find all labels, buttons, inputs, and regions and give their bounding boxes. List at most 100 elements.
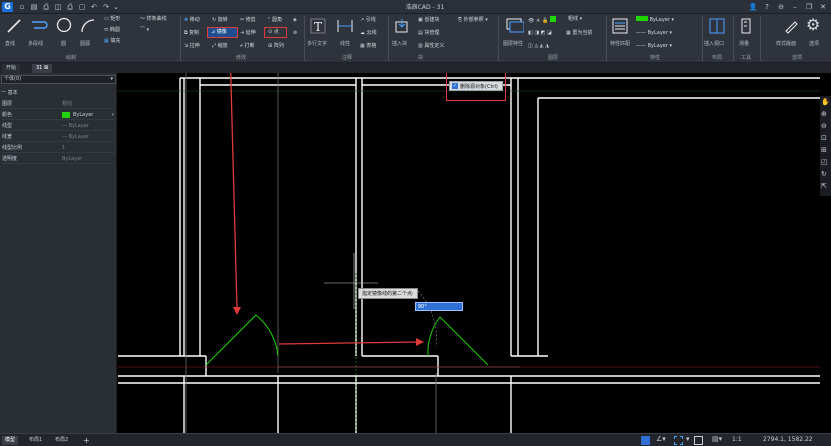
layer-name-dropdown[interactable]: 粗线 ▾	[568, 16, 582, 23]
pan-hand-icon[interactable]: ✋	[821, 98, 830, 106]
prop-row-ltscale[interactable]: 线型比例 1	[2, 143, 115, 153]
circle-tool-label[interactable]: 圆	[61, 41, 66, 47]
rect-tool[interactable]: ▭ 矩形	[104, 16, 120, 23]
plot-icon[interactable]: ▢	[78, 3, 86, 11]
minimize-icon[interactable]: –	[790, 2, 800, 12]
osnap-icon[interactable]	[674, 436, 683, 445]
dim-icon[interactable]	[336, 18, 354, 34]
layer-tools-row2[interactable]: ◫ ◬ ◭ ◮	[528, 43, 549, 50]
tab-model[interactable]: 模型	[2, 436, 19, 445]
polyline-tool-label[interactable]: 多段线	[28, 41, 43, 47]
tab-start[interactable]: 开始	[2, 64, 21, 73]
layer-props-icon[interactable]	[506, 17, 524, 33]
user-icon[interactable]: 👤	[748, 2, 758, 12]
prop-row-layer[interactable]: 图层 粗线	[2, 99, 115, 109]
drawing-canvas[interactable]: ✓ 删除源对象(Ctrl) 指定镜像线的第二个点: 90°	[118, 73, 820, 433]
prop-row-transparency[interactable]: 透明度 ByLayer	[2, 154, 115, 164]
zoom-extents-icon[interactable]: ⊞	[821, 146, 827, 154]
insert-viewport-icon[interactable]	[709, 18, 725, 34]
prop-row-linetype[interactable]: 线型 — ByLayer	[2, 121, 115, 131]
match-props-label[interactable]: 特性匹配	[610, 41, 630, 47]
redo-icon[interactable]: ↷	[102, 3, 110, 11]
layer-state-icons[interactable]: 👁 ☀ 🔓	[528, 16, 556, 25]
grid-toggle-icon[interactable]	[641, 436, 650, 445]
close-icon[interactable]: ✕	[818, 2, 828, 12]
options-label[interactable]: 选项	[809, 41, 819, 47]
array-tool[interactable]: ⊞ 阵列	[268, 43, 284, 50]
table-tool[interactable]: ▦ 表格	[360, 43, 376, 50]
snap-dropdown-icon[interactable]: ▾	[686, 435, 690, 443]
orbit-icon[interactable]: ↻	[821, 170, 827, 178]
offset-tool[interactable]: ⊚	[293, 30, 297, 37]
insert-block-label[interactable]: 插入块	[392, 41, 407, 47]
linetype-dropdown[interactable]: —— ByLayer ▾	[636, 30, 672, 37]
prop-row-lineweight[interactable]: 线宽 — ByLayer	[2, 132, 115, 142]
extend-tool[interactable]: ⇥ 延伸	[240, 30, 256, 37]
polyline-tool-icon[interactable]	[30, 18, 48, 34]
add-layout-button[interactable]: +	[80, 436, 93, 445]
mirror-tool[interactable]: ⊿ 镜像	[211, 29, 227, 36]
tab-close-icon[interactable]: ⊠	[44, 65, 48, 71]
mtext-label[interactable]: 多行文字	[307, 41, 327, 47]
erase-source-option[interactable]: ✓ 删除源对象(Ctrl)	[449, 81, 503, 91]
spline-tool[interactable]: 〜 样条曲线	[140, 16, 167, 23]
leader-tool[interactable]: ↗ 引线	[360, 17, 376, 24]
print-icon[interactable]: ⎙	[66, 3, 74, 11]
zoom-in-icon[interactable]: ⊕	[821, 110, 827, 118]
quick-access-dropdown-icon[interactable]: ⌄	[112, 3, 120, 11]
measure-icon[interactable]	[739, 18, 755, 34]
nav-settings-icon[interactable]: ⇱	[821, 182, 827, 190]
tab-31[interactable]: 31 ⊠	[32, 64, 53, 73]
xref-tool[interactable]: ⎘ 外部参照 ▾	[458, 17, 488, 24]
prop-row-color[interactable]: 颜色 ByLayer ▾	[2, 110, 115, 120]
copy-tool[interactable]: ⧉ 复制	[184, 30, 199, 37]
line-tool-icon[interactable]	[6, 18, 22, 34]
tab-layout2[interactable]: 布局2	[52, 436, 71, 445]
checkbox-checked-icon[interactable]: ✓	[452, 83, 458, 89]
break-tool[interactable]: ⌿ 打断	[240, 43, 255, 50]
undo-icon[interactable]: ↶	[90, 3, 98, 11]
insert-viewport-label[interactable]: 插入视口	[704, 41, 724, 47]
color-dropdown[interactable]: ByLayer ▾	[636, 16, 674, 24]
match-props-icon[interactable]	[612, 18, 628, 34]
attr-def-tool[interactable]: ▥ 属性定义	[418, 43, 444, 50]
save-icon[interactable]: ⎙	[42, 3, 50, 11]
angle-input[interactable]: 90°	[415, 302, 463, 311]
layer-tools-row[interactable]: ◧ ◨ ◩ ◪	[528, 30, 552, 37]
scale-tool[interactable]: ⤢ 缩放	[212, 43, 228, 50]
open-file-icon[interactable]: ▤	[30, 3, 38, 11]
fillet-tool[interactable]: ⌜ 圆角	[268, 17, 282, 24]
annotation-scale[interactable]: 1:1	[732, 436, 742, 443]
cloud-tool[interactable]: ☁ 云线	[360, 30, 377, 37]
block-manage-tool[interactable]: ▤ 块管理	[418, 30, 439, 37]
help-icon[interactable]: ?	[762, 2, 772, 12]
trim-tool[interactable]: ✂ 修剪	[240, 17, 256, 24]
zoom-window-icon[interactable]: ⊡	[821, 134, 827, 142]
zoom-out-icon[interactable]: ⊖	[821, 122, 827, 130]
layer-props-label[interactable]: 图层特性	[503, 41, 523, 47]
style-icon[interactable]	[783, 18, 799, 34]
style-label[interactable]: 样式版面	[776, 41, 796, 47]
ellipse-tool[interactable]: ⬭ 椭圆	[104, 27, 120, 34]
circle-tool-icon[interactable]	[56, 17, 72, 33]
create-block-tool[interactable]: ▣ 创建块	[418, 17, 439, 24]
tab-layout1[interactable]: 布局1	[26, 436, 45, 445]
layer-set-current[interactable]: ▦ 置为当前	[566, 30, 592, 37]
point-tool[interactable]: ⊙ 点	[268, 29, 279, 36]
options-gear-icon[interactable]: ⚙	[806, 16, 820, 34]
mtext-icon[interactable]: T	[310, 18, 326, 34]
rotate-tool[interactable]: ↻ 旋转	[212, 17, 228, 24]
new-file-icon[interactable]: ▫	[18, 3, 26, 11]
polar-tracking-icon[interactable]: ∠▾	[656, 435, 666, 443]
line-tool-label[interactable]: 直线	[5, 41, 15, 47]
insert-block-icon[interactable]	[394, 18, 410, 34]
selection-dropdown[interactable]: 个体(0) ▾	[1, 75, 116, 84]
hatch-tool[interactable]: ▦ 填充	[104, 38, 120, 45]
draw-extra-tool[interactable]: ⌒ ▾	[140, 27, 149, 34]
lineweight-display-icon[interactable]	[694, 436, 703, 445]
section-basic[interactable]: 一 基本	[1, 89, 18, 96]
move-tool[interactable]: ✥ 移动	[184, 17, 200, 24]
settings-icon[interactable]: ⊖	[776, 2, 786, 12]
measure-label[interactable]: 测量	[739, 41, 749, 47]
explode-tool[interactable]: ◈	[293, 17, 297, 24]
